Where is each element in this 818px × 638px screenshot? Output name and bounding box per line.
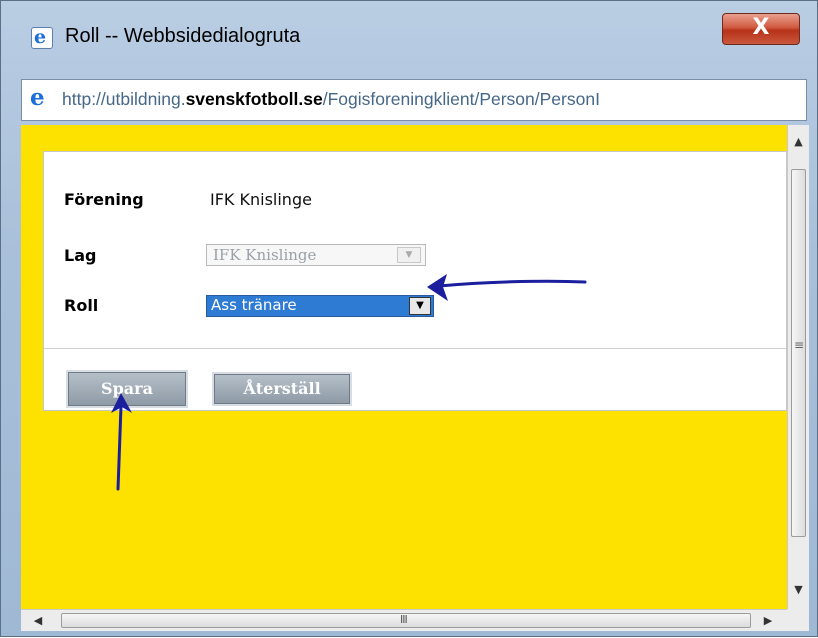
forening-label: Förening — [64, 190, 144, 209]
chevron-down-icon[interactable]: ▼ — [397, 247, 421, 263]
url-prefix: http://utbildning. — [62, 89, 186, 109]
roll-select-value: Ass tränare — [211, 296, 297, 314]
lag-label: Lag — [64, 246, 97, 265]
scroll-right-icon[interactable]: ▶ — [757, 610, 779, 631]
scroll-left-icon[interactable]: ◀ — [27, 610, 49, 631]
scroll-grip-icon: ≡ — [794, 338, 805, 352]
vertical-scrollbar[interactable]: ▲ ≡ ▼ — [787, 125, 809, 609]
url-path: /Fogisforeningklient/Person/PersonI — [322, 89, 600, 109]
window-title: Roll -- Webbsidedialogruta — [65, 25, 301, 47]
horizontal-scroll-thumb[interactable]: III — [61, 613, 751, 628]
ie-icon: e — [31, 26, 53, 49]
horizontal-scrollbar[interactable]: ◀ III ▶ — [21, 609, 787, 631]
address-url: http://utbildning.svenskfotboll.se/Fogis… — [62, 89, 600, 110]
scroll-grip-icon: III — [400, 613, 408, 626]
form-panel: Förening IFK Knislinge Lag IFK Knislinge… — [43, 151, 787, 411]
forening-value: IFK Knislinge — [210, 190, 312, 209]
reset-button[interactable]: Återställ — [212, 372, 352, 406]
lag-select[interactable]: IFK Knislinge ▼ — [206, 244, 426, 266]
dialog-content: Förening IFK Knislinge Lag IFK Knislinge… — [21, 125, 787, 609]
ie-page-icon: e — [30, 84, 45, 111]
address-bar: e http://utbildning.svenskfotboll.se/Fog… — [21, 79, 807, 121]
scrollbar-corner — [787, 609, 809, 631]
chevron-down-icon[interactable]: ▼ — [409, 297, 431, 315]
title-bar: e Roll -- Webbsidedialogruta X — [1, 1, 817, 65]
scroll-up-icon[interactable]: ▲ — [788, 131, 809, 153]
save-button[interactable]: Spara — [66, 370, 188, 408]
roll-label: Roll — [64, 296, 99, 315]
dialog-window: e Roll -- Webbsidedialogruta X e http://… — [0, 0, 818, 637]
vertical-scroll-thumb[interactable]: ≡ — [791, 169, 806, 537]
roll-select[interactable]: Ass tränare ▼ — [206, 295, 434, 317]
url-domain: svenskfotboll.se — [185, 89, 323, 109]
close-button[interactable]: X — [722, 13, 800, 45]
close-icon: X — [752, 15, 770, 40]
lag-select-value: IFK Knislinge — [213, 246, 317, 264]
divider — [44, 348, 786, 349]
scroll-down-icon[interactable]: ▼ — [788, 579, 809, 601]
